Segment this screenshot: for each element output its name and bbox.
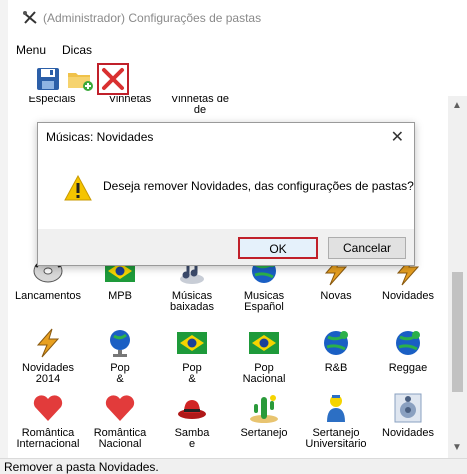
folder-item[interactable]: Pop & xyxy=(156,327,228,385)
window-left-edge xyxy=(0,0,8,473)
list-item-label: Especiais xyxy=(28,96,76,105)
warning-icon xyxy=(64,175,92,201)
folder-item[interactable]: Sertanejo Universitario xyxy=(300,392,372,450)
list-item-label: Vinhetas xyxy=(108,96,152,105)
vertical-scrollbar[interactable]: ▲ ▼ xyxy=(448,96,467,458)
folder-item[interactable]: Pop Nacional xyxy=(228,327,300,385)
title-bar: (Administrador) Configurações de pastas xyxy=(8,0,467,34)
folder-item[interactable]: Romântica Internacional xyxy=(12,392,84,450)
save-icon xyxy=(37,68,59,90)
folder-item-label: Novidades xyxy=(382,290,434,302)
save-button[interactable] xyxy=(35,66,65,96)
scroll-up-icon[interactable]: ▲ xyxy=(452,100,462,111)
heart-icon xyxy=(105,395,135,421)
folder-item-label: Pop & xyxy=(182,362,202,385)
folder-item-label: Lancamentos xyxy=(14,290,82,302)
person-icon xyxy=(327,395,345,422)
app-window: (Administrador) Configurações de pastas … xyxy=(0,0,467,474)
folder-item-label: Sertanejo Universitario xyxy=(305,427,367,450)
app-icon xyxy=(23,11,37,24)
brazil-flag-icon xyxy=(177,332,207,354)
folder-item-label: MPB xyxy=(108,290,132,302)
scroll-down-icon[interactable]: ▼ xyxy=(452,442,462,453)
globe-music-icon xyxy=(396,331,420,355)
menu-item-menu[interactable]: Menu xyxy=(16,43,46,57)
list-item[interactable]: Especiais xyxy=(16,96,88,105)
folder-item[interactable]: Novidades xyxy=(372,392,444,439)
speaker-icon xyxy=(394,393,422,423)
lightning-icon xyxy=(36,328,60,358)
list-item[interactable]: Vinhetas de de xyxy=(164,96,236,116)
folder-item[interactable]: R&B xyxy=(300,327,372,374)
cactus-icon xyxy=(250,395,278,423)
folder-item-label: R&B xyxy=(324,362,348,374)
folder-item[interactable]: Pop & xyxy=(84,327,156,385)
delete-icon xyxy=(102,68,124,90)
ok-button[interactable]: OK xyxy=(238,237,318,259)
folder-item-label: Novidades 2014 xyxy=(22,362,74,385)
close-icon[interactable]: ✕ xyxy=(391,127,404,147)
hat-icon xyxy=(178,400,206,419)
folder-item[interactable]: Sertanejo xyxy=(228,392,300,439)
folder-item-label: Musicas Español xyxy=(243,290,285,313)
dialog-title-bar: Músicas: Novidades ✕ xyxy=(38,123,414,151)
list-item[interactable]: Vinhetas xyxy=(94,96,166,105)
dialog-message: Deseja remover Novidades, das configuraç… xyxy=(103,179,414,193)
folder-item-label: Romântica Internacional xyxy=(16,427,80,450)
folder-item-label: Pop Nacional xyxy=(242,362,286,385)
folder-item[interactable]: Novidades 2014 xyxy=(12,327,84,385)
confirm-dialog: Músicas: Novidades ✕ Deseja remover Novi… xyxy=(37,122,415,266)
heart-icon xyxy=(33,395,63,421)
folder-item-label: Reggae xyxy=(388,362,428,374)
window-title: (Administrador) Configurações de pastas xyxy=(43,11,262,25)
new-folder-button[interactable] xyxy=(66,66,96,96)
scrollbar-thumb[interactable] xyxy=(452,272,463,392)
folder-item-label: Romântica Nacional xyxy=(93,427,147,450)
menu-bar: Menu Dicas xyxy=(8,40,467,60)
list-item-label: Vinhetas de xyxy=(171,96,229,105)
menu-item-dicas[interactable]: Dicas xyxy=(62,43,92,57)
globe-stand-icon xyxy=(110,330,130,357)
folder-item-label: Pop & xyxy=(110,362,130,385)
folder-item[interactable]: Romântica Nacional xyxy=(84,392,156,450)
cancel-button[interactable]: Cancelar xyxy=(328,237,406,259)
folder-item-label: Novidades xyxy=(382,427,434,439)
status-bar: Remover a pasta Novidades. xyxy=(0,458,467,474)
new-folder-icon xyxy=(68,73,93,91)
status-text: Remover a pasta Novidades. xyxy=(4,460,159,474)
folder-item-label: Músicas baixadas xyxy=(169,290,215,313)
folder-item[interactable]: Samba e xyxy=(156,392,228,450)
globe-music-icon xyxy=(324,331,348,355)
folder-item-label: Samba e xyxy=(174,427,210,450)
delete-button[interactable] xyxy=(97,63,129,95)
folder-item[interactable]: Reggae xyxy=(372,327,444,374)
folder-item-label: Sertanejo xyxy=(240,427,288,439)
folder-item-label: Novas xyxy=(320,290,352,302)
toolbar xyxy=(8,62,467,96)
dialog-title: Músicas: Novidades xyxy=(46,130,154,144)
dialog-body: Deseja remover Novidades, das configuraç… xyxy=(38,151,414,229)
brazil-flag-icon xyxy=(249,332,279,354)
